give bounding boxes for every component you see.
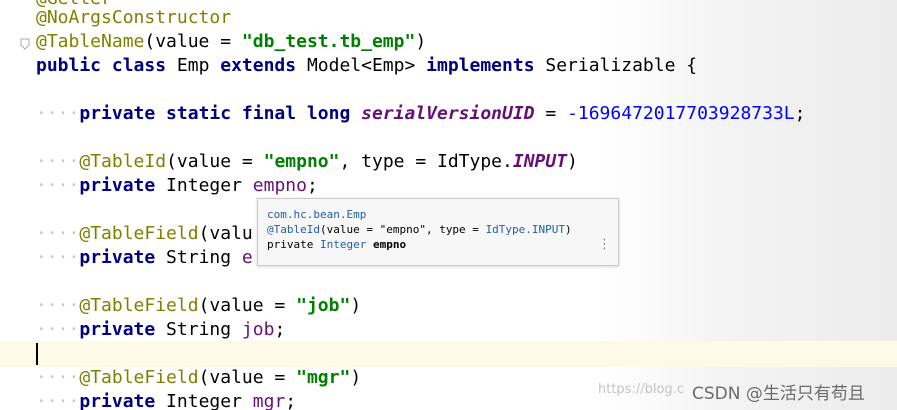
popup-text: (value = "empno", type = <box>319 223 486 236</box>
code-text: ; <box>274 319 286 340</box>
enum-constant: INPUT <box>512 151 568 172</box>
type-name: String <box>155 247 242 268</box>
number-literal: -1696472017703928733L <box>567 103 795 124</box>
field-name: e <box>241 247 253 268</box>
code-text: ) <box>567 151 578 172</box>
current-line-highlight <box>0 341 897 367</box>
code-line-ename: ····private String e <box>36 246 253 270</box>
type-name: Integer <box>155 391 253 410</box>
indent-guide: ···· <box>36 175 80 196</box>
watermark-csdn: CSDN @生活只有苟且 <box>692 384 865 404</box>
code-text: ; <box>306 175 318 196</box>
code-text: (value = <box>144 31 242 52</box>
class-name: Emp <box>166 55 221 76</box>
field-name: job <box>241 319 275 340</box>
annotation-tableid: @TableId <box>79 151 167 172</box>
code-line-class-decl: public class Emp extends Model<Emp> impl… <box>36 54 697 78</box>
string-literal: "db_test.tb_emp" <box>241 31 416 52</box>
code-line-job: ····private String job; <box>36 318 285 342</box>
type-name: String <box>155 319 242 340</box>
keyword: private static final long <box>79 103 351 124</box>
code-line-tableid: ····@TableId(value = "empno", type = IdT… <box>36 150 578 174</box>
code-text: ; <box>285 391 297 410</box>
type-name: Integer <box>155 175 253 196</box>
code-text: (valu <box>198 223 253 244</box>
constant-name: serialVersionUID <box>361 103 535 124</box>
code-line-serial: ····private static final long serialVers… <box>36 102 805 126</box>
keyword: private <box>79 319 156 340</box>
code-line-tablefield-ename: ····@TableField(valu <box>36 222 253 246</box>
keyword: private <box>79 247 156 268</box>
popup-field-name: empno <box>366 238 407 251</box>
watermark-url: https://blog.c <box>598 382 684 397</box>
quick-doc-popup[interactable]: com.hc.bean.Emp @TableId(value = "empno"… <box>257 198 619 266</box>
indent-guide: ···· <box>36 103 80 124</box>
indent-guide: ···· <box>36 223 80 244</box>
code-text: ) <box>350 367 362 388</box>
code-text: Model<Emp> <box>296 55 427 76</box>
code-text: (value = <box>166 151 264 172</box>
indent-guide: ···· <box>36 247 80 268</box>
keyword: class <box>111 55 167 76</box>
string-literal: "mgr" <box>296 367 351 388</box>
more-options-icon[interactable]: ⋮ <box>598 237 611 252</box>
keyword: private <box>79 391 156 410</box>
code-text: ) <box>415 31 427 52</box>
code-text: (value = <box>198 367 297 388</box>
fold-icon[interactable] <box>20 38 30 50</box>
code-line-tablename: @TableName(value = "db_test.tb_emp") <box>36 30 426 54</box>
popup-annotation-line: @TableId(value = "empno", type = IdType.… <box>267 222 572 237</box>
popup-class-path[interactable]: com.hc.bean.Emp <box>267 207 366 222</box>
annotation-tablefield: @TableField <box>79 295 199 316</box>
code-line-empno: ····private Integer empno; <box>36 174 318 198</box>
code-text: Serializable { <box>534 55 698 76</box>
code-line-tablefield-job: ····@TableField(value = "job") <box>36 294 361 318</box>
keyword: private <box>79 175 156 196</box>
code-line-noargs: @NoArgsConstructor <box>36 7 232 28</box>
code-text: ) <box>350 295 362 316</box>
popup-annotation-link[interactable]: @TableId <box>267 223 320 236</box>
code-text: , type = IdType. <box>339 151 513 172</box>
popup-type-link[interactable]: IdType.INPUT <box>486 223 565 236</box>
indent-guide: ···· <box>36 319 80 340</box>
code-editor[interactable]: @Getter @NoArgsConstructor @TableName(va… <box>0 0 897 410</box>
string-literal: "empno" <box>263 151 340 172</box>
indent-guide: ···· <box>36 391 80 410</box>
code-text: = <box>534 103 568 124</box>
field-name: mgr <box>252 391 286 410</box>
indent-guide: ···· <box>36 151 80 172</box>
string-literal: "job" <box>296 295 351 316</box>
keyword: extends <box>220 55 297 76</box>
text-caret <box>36 343 38 365</box>
keyword: implements <box>426 55 535 76</box>
indent-guide: ···· <box>36 295 80 316</box>
popup-text: ) <box>565 223 572 236</box>
annotation-tablefield: @TableField <box>79 223 199 244</box>
code-text: ; <box>794 103 806 124</box>
popup-declaration-line: private Integer empno <box>267 237 406 252</box>
annotation-tablename: @TableName <box>36 31 145 52</box>
code-line-mgr: ····private Integer mgr; <box>36 390 296 410</box>
annotation-tablefield: @TableField <box>79 367 199 388</box>
popup-text: private <box>267 238 320 251</box>
popup-type-link[interactable]: Integer <box>320 238 366 251</box>
indent-guide: ···· <box>36 367 80 388</box>
code-line-tablefield-mgr: ····@TableField(value = "mgr") <box>36 366 361 390</box>
keyword: public <box>36 55 102 76</box>
code-text: (value = <box>198 295 297 316</box>
field-name[interactable]: empno <box>253 175 307 196</box>
